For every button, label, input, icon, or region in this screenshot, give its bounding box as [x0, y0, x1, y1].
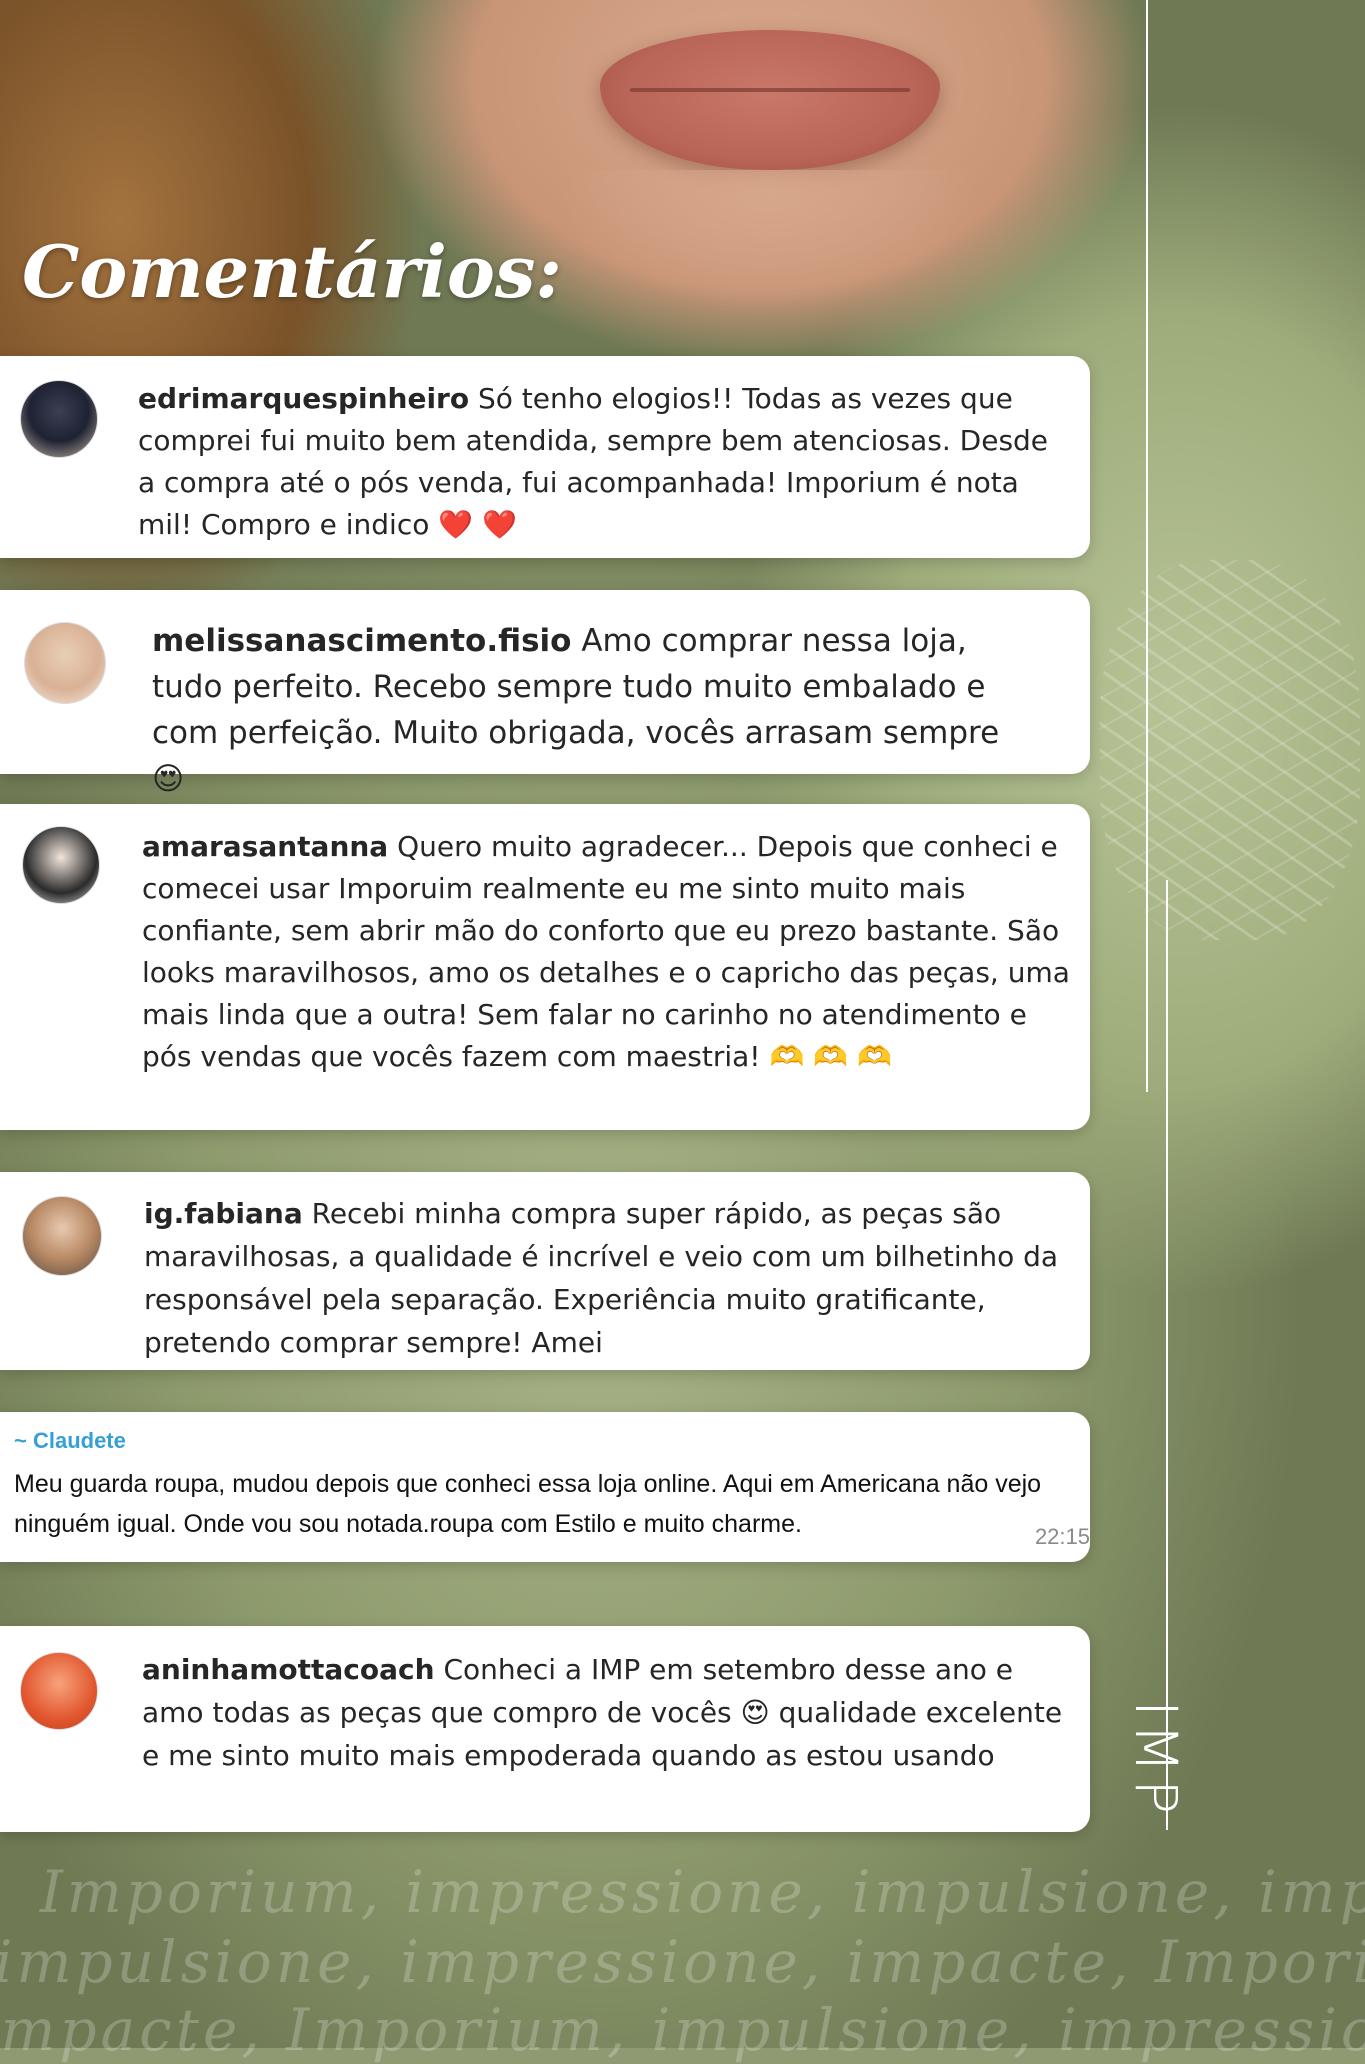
whatsapp-timestamp: 22:15 — [1034, 1524, 1090, 1549]
comment-card: aninhamottacoach Conheci a IMP em setemb… — [0, 1626, 1090, 1832]
comment-username[interactable]: amarasantanna — [142, 830, 388, 863]
avatar — [20, 1652, 98, 1730]
comment-username[interactable]: ig.fabiana — [144, 1197, 303, 1230]
whatsapp-sender-name: ~ Claudete — [14, 1428, 126, 1453]
decorative-line-top — [1146, 0, 1148, 1092]
watermark-line: Imporium, impressione, impulsione, impac… — [40, 1858, 1365, 1926]
comment-username[interactable]: edrimarquespinheiro — [138, 382, 469, 415]
comment-text: edrimarquespinheiro Só tenho elogios!! T… — [138, 378, 1058, 546]
comment-body: Quero muito agradecer... Depois que conh… — [142, 830, 1070, 1073]
comment-card: edrimarquespinheiro Só tenho elogios!! T… — [0, 356, 1090, 558]
lip-line — [630, 88, 910, 92]
avatar — [20, 380, 98, 458]
comment-username[interactable]: melissanascimento.fisio — [152, 623, 571, 659]
comment-card: ig.fabiana Recebi minha compra super ráp… — [0, 1172, 1090, 1370]
comment-text: ig.fabiana Recebi minha compra super ráp… — [144, 1192, 1064, 1364]
watermark-line: impacte, Imporium, impulsione, impressio… — [0, 1996, 1365, 2064]
emoji: 🫶 🫶 🫶 — [769, 1040, 892, 1073]
chin-image — [560, 170, 980, 310]
lips-image — [600, 30, 940, 170]
avatar — [24, 622, 106, 704]
watermark-line: impulsione, impressione, impacte, Impori… — [0, 1928, 1365, 1996]
comment-username[interactable]: aninhamottacoach — [142, 1653, 435, 1686]
comment-text: amarasantanna Quero muito agradecer... D… — [142, 826, 1072, 1078]
comment-card: melissanascimento.fisio Amo comprar ness… — [0, 590, 1090, 797]
comment-text: aninhamottacoach Conheci a IMP em setemb… — [142, 1648, 1072, 1777]
avatar — [22, 1196, 102, 1276]
whatsapp-message-card: ~ Claudete Meu guarda roupa, mudou depoi… — [0, 1412, 1090, 1562]
page-title: Comentários: — [22, 229, 562, 314]
emoji: 😍 — [152, 761, 185, 797]
blouse-embroidery — [1100, 560, 1360, 940]
decorative-line-bottom — [1166, 880, 1168, 1830]
brand-logo: IMP — [1122, 1700, 1190, 1821]
emoji: ❤️ ❤️ — [438, 508, 517, 541]
comment-card: amarasantanna Quero muito agradecer... D… — [0, 804, 1090, 1130]
whatsapp-message-text: Meu guarda roupa, mudou depois que conhe… — [14, 1470, 1042, 1538]
avatar — [22, 826, 100, 904]
comment-text: melissanascimento.fisio Amo comprar ness… — [152, 618, 1032, 802]
